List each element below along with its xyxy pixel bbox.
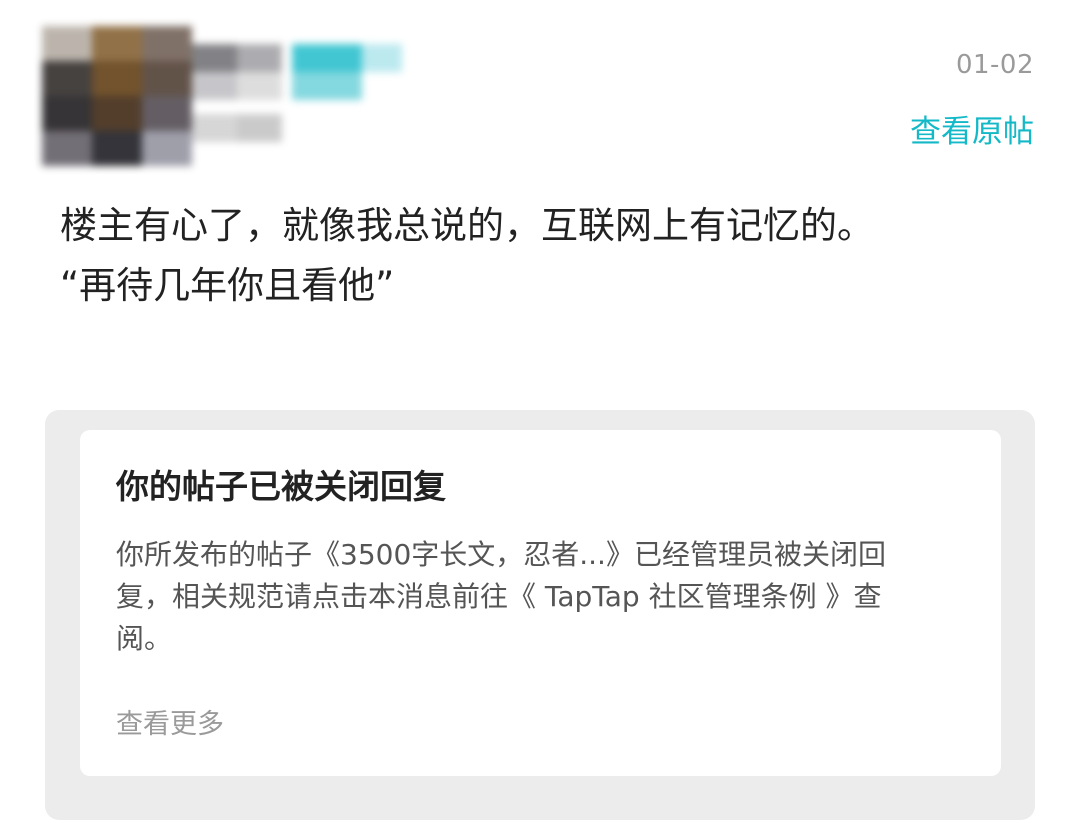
notice-title: 你的帖子已被关闭回复	[116, 467, 446, 506]
avatar[interactable]	[42, 26, 192, 166]
censored-user-info	[22, 18, 422, 173]
comment-text: 楼主有心了，就像我总说的，互联网上有记忆的。 “再待几年你且看他”	[60, 196, 1040, 316]
notice-card[interactable]: 你的帖子已被关闭回复 你所发布的帖子《3500字长文，忍者...》已经管理员被关…	[80, 430, 1001, 776]
notice-container: 你的帖子已被关闭回复 你所发布的帖子《3500字长文，忍者...》已经管理员被关…	[45, 410, 1035, 820]
notice-body-line: 复，相关规范请点击本消息前往《 TapTap 社区管理条例 》查	[116, 580, 882, 613]
notice-body-line: 阅。	[116, 622, 173, 655]
notice-body-line: 你所发布的帖子《3500字长文，忍者...》已经管理员被关闭回	[116, 538, 886, 571]
comment-line: 楼主有心了，就像我总说的，互联网上有记忆的。	[60, 204, 874, 247]
username[interactable]	[192, 44, 412, 144]
notice-body: 你所发布的帖子《3500字长文，忍者...》已经管理员被关闭回 复，相关规范请点…	[116, 534, 966, 660]
post-detail-page: 01-02 查看原帖 楼主有心了，就像我总说的，互联网上有记忆的。 “再待几年你…	[0, 0, 1080, 824]
view-original-post-link[interactable]: 查看原帖	[910, 106, 1034, 151]
comment-line: “再待几年你且看他”	[60, 264, 395, 307]
post-date: 01-02	[955, 50, 1034, 80]
view-more-link[interactable]: 查看更多	[116, 702, 224, 741]
